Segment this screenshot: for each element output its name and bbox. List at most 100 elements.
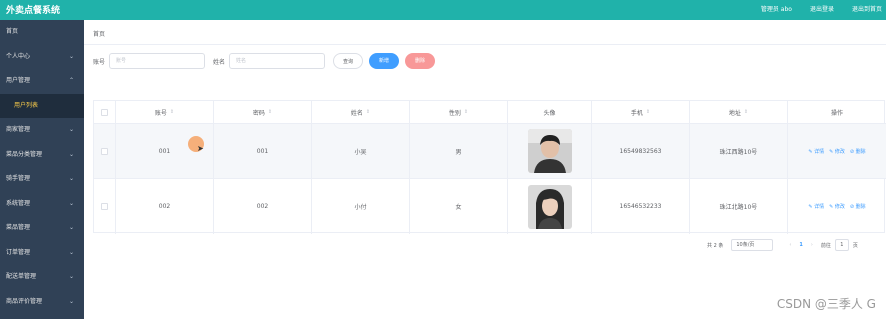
header-account[interactable]: 账号 ⇕ xyxy=(116,101,214,123)
chevron-down-icon: ⌄ xyxy=(68,273,74,280)
divider xyxy=(84,44,886,45)
table-row[interactable]: 002 002 小付 女 16546532233 珠江北路10号 ✎ 详情 ✎ … xyxy=(94,179,886,234)
pagination: 共 2 条 10条/页 ‹ 1 › 前往 1 页 xyxy=(707,239,858,251)
cell-gender: 男 xyxy=(410,124,508,178)
prev-page-icon[interactable]: ‹ xyxy=(789,242,791,248)
sidebar-item-label: 菜品管理 xyxy=(6,224,31,231)
header-label: 手机 xyxy=(630,109,643,117)
detail-button[interactable]: ✎ 详情 xyxy=(808,148,824,155)
header-name[interactable]: 姓名 ⇕ xyxy=(312,101,410,123)
header-password[interactable]: 密码 ⇕ xyxy=(214,101,312,123)
sidebar-item-dishes[interactable]: 菜品管理 ⌄ xyxy=(0,216,84,241)
cell-avatar xyxy=(508,179,592,234)
row-delete-button[interactable]: ⊘ 删除 xyxy=(850,148,866,155)
sort-caret-icon[interactable]: ⇕ xyxy=(646,109,650,115)
sidebar-item-label: 用户管理 xyxy=(6,77,31,84)
add-button[interactable]: 新增 xyxy=(369,53,400,69)
detail-button[interactable]: ✎ 详情 xyxy=(808,203,824,210)
sidebar-item-label: 个人中心 xyxy=(6,52,31,60)
chevron-down-icon: ⌄ xyxy=(68,175,74,182)
sidebar-item-label: 首页 xyxy=(6,28,19,35)
table-row[interactable]: 001 001 小吴 男 16549832563 珠江西路10号 ✎ 详情 ✎ … xyxy=(94,124,886,179)
breadcrumb[interactable]: 首页 xyxy=(93,29,105,38)
cell-address: 珠江北路10号 xyxy=(690,179,788,234)
row-select-cell xyxy=(94,124,116,178)
sidebar-item-label: 菜品分类管理 xyxy=(6,150,43,158)
sidebar-item-users[interactable]: 用户管理 ⌃ xyxy=(0,69,84,94)
row-select-cell xyxy=(94,179,116,234)
header-label: 性别 xyxy=(448,109,461,117)
chevron-down-icon: ⌄ xyxy=(68,297,74,305)
chevron-down-icon: ⌄ xyxy=(68,248,74,256)
sort-caret-icon[interactable]: ⇕ xyxy=(268,109,272,115)
sidebar-item-orders[interactable]: 订单管理 ⌄ xyxy=(0,241,84,266)
cell-phone: 16546532233 xyxy=(592,179,690,234)
sidebar-item-merchants[interactable]: 商家管理 ⌄ xyxy=(0,118,84,143)
watermark: CSDN @三季人 G xyxy=(776,297,876,311)
sidebar: 首页 个人中心 ⌄ 用户管理 ⌃ 用户列表 商家管理 ⌄ 菜品分类管理 ⌄ 骑手管理 ⌄ … xyxy=(0,20,84,319)
chevron-down-icon: ⌄ xyxy=(68,199,74,207)
cell-name: 小吴 xyxy=(312,124,410,178)
name-label: 姓名 xyxy=(213,58,226,66)
admin-label[interactable]: 管理员 abo xyxy=(761,4,792,13)
sidebar-item-reviews[interactable]: 商品评价管理 ⌄ xyxy=(0,290,84,315)
cell-account: 002 xyxy=(116,179,214,234)
goto-page-input[interactable]: 1 xyxy=(834,239,849,251)
sort-caret-icon[interactable]: ⇕ xyxy=(170,109,174,115)
header-label: 操作 xyxy=(830,109,843,117)
sort-caret-icon[interactable]: ⇕ xyxy=(464,109,468,115)
sidebar-item-personal[interactable]: 个人中心 ⌄ xyxy=(0,45,84,70)
row-actions: ✎ 详情 ✎ 修改 ⊘ 删除 xyxy=(808,203,865,210)
sidebar-item-dish-categories[interactable]: 菜品分类管理 ⌄ xyxy=(0,143,84,168)
sidebar-item-riders[interactable]: 骑手管理 ⌄ xyxy=(0,167,84,192)
header-avatar: 头像 xyxy=(508,101,592,123)
account-label: 账号 xyxy=(93,58,106,66)
select-all-cell xyxy=(94,101,116,123)
row-checkbox[interactable] xyxy=(101,147,108,155)
header-actions: 操作 xyxy=(788,101,886,123)
top-bar: 外卖点餐系统 管理员 abo 退出登录 退出到首页 xyxy=(0,0,886,20)
sidebar-subitem-user-list[interactable]: 用户列表 xyxy=(0,93,84,118)
chevron-down-icon: ⌄ xyxy=(68,224,74,231)
sort-caret-icon[interactable]: ⇕ xyxy=(366,109,370,115)
cell-gender: 女 xyxy=(410,179,508,234)
select-all-checkbox[interactable] xyxy=(101,108,108,116)
logout-link[interactable]: 退出登录 xyxy=(810,4,834,13)
app-title: 外卖点餐系统 xyxy=(6,6,61,16)
sidebar-item-label: 商家管理 xyxy=(6,126,31,133)
query-button[interactable]: 查询 xyxy=(333,53,364,69)
page-number[interactable]: 1 xyxy=(799,242,802,248)
sidebar-item-system[interactable]: 系统管理 ⌄ xyxy=(0,192,84,217)
sort-caret-icon[interactable]: ⇕ xyxy=(744,109,748,115)
chevron-down-icon: ⌄ xyxy=(68,126,74,133)
header-label: 地址 xyxy=(728,109,741,117)
page-size-select[interactable]: 10条/页 xyxy=(731,239,774,251)
user-table: 账号 ⇕ 密码 ⇕ 姓名 ⇕ 性别 ⇕ 头像 手机 ⇕ 地址 ⇕ 操作 001 001 小吴… xyxy=(93,100,886,234)
sidebar-item-home[interactable]: 首页 xyxy=(0,20,84,45)
header-phone[interactable]: 手机 ⇕ xyxy=(592,101,690,123)
sidebar-item-delivery[interactable]: 配送单管理 ⌄ xyxy=(0,265,84,290)
header-gender[interactable]: 性别 ⇕ xyxy=(410,101,508,123)
delete-button[interactable]: 删除 xyxy=(405,53,436,69)
top-nav: 管理员 abo 退出登录 退出到首页 xyxy=(761,4,882,13)
edit-button[interactable]: ✎ 修改 xyxy=(829,148,845,155)
page-unit-label: 页 xyxy=(852,242,858,249)
name-search-input[interactable]: 姓名 xyxy=(229,53,326,69)
header-label: 姓名 xyxy=(350,109,363,117)
cursor-arrow-icon: ➤ xyxy=(197,144,204,153)
sidebar-item-label: 订单管理 xyxy=(6,248,31,256)
row-checkbox[interactable] xyxy=(101,203,108,210)
header-label: 头像 xyxy=(543,109,556,117)
account-search-input[interactable]: 账号 xyxy=(109,53,206,69)
chevron-down-icon: ⌄ xyxy=(68,150,74,158)
header-address[interactable]: 地址 ⇕ xyxy=(690,101,788,123)
page-size-value: 10条/页 xyxy=(736,242,755,248)
next-page-icon[interactable]: › xyxy=(811,242,813,248)
main-content: 首页 账号 账号 姓名 姓名 查询 新增 删除 账号 ⇕ 密码 ⇕ 姓名 ⇕ 性别 ⇕ … xyxy=(84,20,886,319)
row-delete-button[interactable]: ⊘ 删除 xyxy=(850,203,866,210)
sidebar-item-label: 骑手管理 xyxy=(6,175,31,182)
cell-actions: ✎ 详情 ✎ 修改 ⊘ 删除 xyxy=(788,179,886,234)
header-label: 密码 xyxy=(252,109,265,117)
exit-home-link[interactable]: 退出到首页 xyxy=(852,4,882,13)
edit-button[interactable]: ✎ 修改 xyxy=(829,203,845,210)
